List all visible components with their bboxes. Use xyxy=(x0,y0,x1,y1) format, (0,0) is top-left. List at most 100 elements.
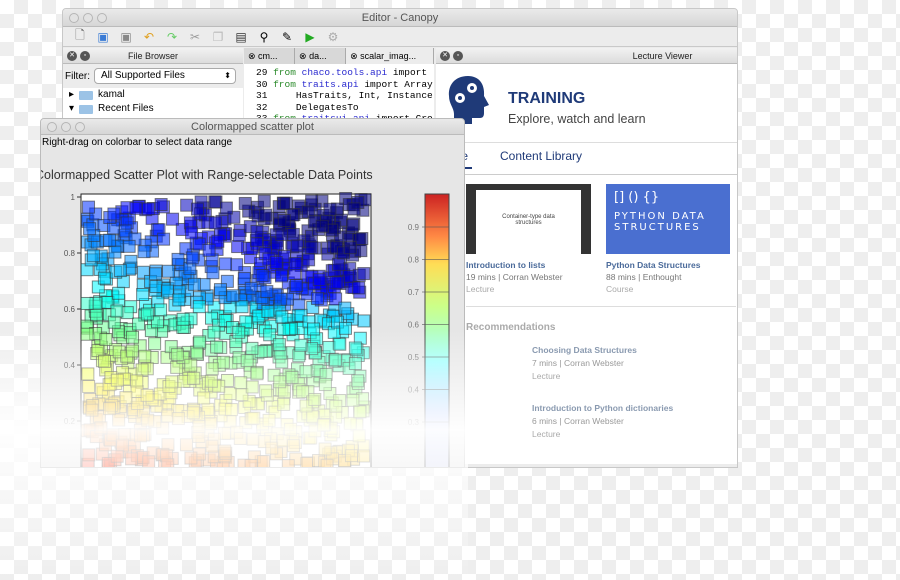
tagline: Explore, watch and learn xyxy=(508,112,646,126)
undock-icon[interactable]: ▫ xyxy=(453,51,463,61)
recommendation-title: Introduction to Python dictionaries xyxy=(532,403,674,413)
scatter-point xyxy=(83,222,97,236)
scatter-point xyxy=(154,198,168,212)
close-button[interactable] xyxy=(69,13,79,23)
disclosure-icon[interactable]: ▾ xyxy=(69,102,74,116)
scatter-point xyxy=(238,196,252,210)
scatter-point xyxy=(219,257,233,271)
new-file-icon[interactable]: 🗋 xyxy=(73,26,87,47)
scatter-point xyxy=(86,249,100,263)
minimize-button[interactable] xyxy=(83,13,93,23)
file-browser-header: ✕ ▫ File Browser xyxy=(63,48,243,64)
panel-title: Lecture Viewer xyxy=(632,51,693,61)
find-icon[interactable]: ⚲ xyxy=(257,30,271,44)
card[interactable]: Container-type data structures Introduct… xyxy=(466,184,591,294)
scatter-point xyxy=(171,252,185,266)
colorbar-tick-label: 0.7 xyxy=(408,288,420,297)
cut-icon[interactable]: ✂ xyxy=(188,30,202,44)
code-line: 31 HasTraits, Int, Instance xyxy=(256,90,433,101)
scatter-point xyxy=(108,245,122,259)
zoom-button[interactable] xyxy=(97,13,107,23)
scatter-point xyxy=(110,304,124,318)
tab-label: da... xyxy=(309,51,327,61)
filter-select[interactable]: All Supported Files xyxy=(94,68,236,84)
run-icon[interactable]: ▶ xyxy=(303,30,317,44)
scatter-point xyxy=(274,292,288,306)
scatter-point xyxy=(162,264,176,278)
close-icon[interactable]: ✕ xyxy=(440,51,450,61)
scatter-point xyxy=(161,284,175,298)
tab[interactable]: ⊗ da... xyxy=(295,48,347,64)
find-replace-icon[interactable]: ✎ xyxy=(280,30,294,44)
save-all-icon[interactable]: ▣ xyxy=(119,30,133,44)
redo-icon[interactable]: ↷ xyxy=(165,30,179,44)
recommendations-heading: Recommendations xyxy=(466,322,556,333)
recommendation-meta: 7 mins | Corran Webster xyxy=(532,358,624,368)
minimize-button[interactable] xyxy=(61,122,71,132)
scatter-point xyxy=(113,264,127,278)
scatter-point xyxy=(122,239,136,253)
tab[interactable]: ⊗ cm... xyxy=(244,48,296,64)
scatter-point xyxy=(260,285,274,299)
undo-icon[interactable]: ↶ xyxy=(142,30,156,44)
recommendation-type: Lecture xyxy=(532,429,561,439)
scatter-point xyxy=(305,241,319,255)
close-button[interactable] xyxy=(47,122,57,132)
code-line: 32 DelegatesTo xyxy=(256,101,359,113)
scatter-point xyxy=(172,293,186,307)
scatter-point xyxy=(310,291,324,305)
scatter-point xyxy=(140,307,154,321)
scatter-point xyxy=(219,201,233,215)
card-thumbnail: [] () {} Python Data Structures xyxy=(606,184,730,254)
filter-label: Filter: xyxy=(65,70,90,82)
card[interactable]: [] () {} Python Data Structures Python Da… xyxy=(606,184,730,294)
tab-label: scalar_imag... xyxy=(360,51,417,61)
scatter-point xyxy=(343,241,357,255)
colorbar-tick-label: 0.6 xyxy=(408,321,420,330)
tree-item[interactable]: ▾ Recent Files xyxy=(63,102,243,116)
colorbar-tick-label: 0.8 xyxy=(408,256,420,265)
folder-icon xyxy=(79,104,94,114)
copy-icon[interactable]: ❐ xyxy=(211,30,225,44)
card-thumbnail: Container-type data structures xyxy=(466,184,591,254)
hint-text: Right-drag on colorbar to select data ra… xyxy=(42,137,233,148)
lecture-viewer-header: ✕ ▫ Lecture Viewer xyxy=(436,48,737,64)
code-line: 30 from traits.api import Array xyxy=(256,78,433,90)
scatter-point xyxy=(332,257,346,271)
item-label: Recent Files xyxy=(98,103,154,114)
save-icon[interactable]: ▣ xyxy=(96,30,110,44)
scatter-point xyxy=(231,240,245,254)
tab-label: cm... xyxy=(258,51,278,61)
scatter-point xyxy=(202,243,216,257)
card-meta: 88 mins | Enthought xyxy=(606,272,682,282)
scatter-point xyxy=(286,227,300,241)
scatter-point xyxy=(176,312,190,326)
scatter-point xyxy=(208,216,222,230)
item-label: kamal xyxy=(98,89,125,100)
tab-active[interactable]: ⊗ scalar_imag... xyxy=(346,48,434,64)
debug-icon[interactable]: ⚙ xyxy=(326,30,340,44)
scatter-point xyxy=(90,308,104,322)
paste-icon[interactable]: ▤ xyxy=(234,30,248,44)
scatter-point xyxy=(166,212,180,226)
scatter-point xyxy=(213,283,227,297)
close-icon[interactable]: ✕ xyxy=(67,51,77,61)
scatter-point xyxy=(315,219,329,233)
scatter-point xyxy=(191,202,205,216)
scatter-point xyxy=(259,208,273,222)
code-line: 29 from chaco.tools.api import xyxy=(256,67,428,78)
y-tick-label: 0.8 xyxy=(64,249,76,258)
scatter-point xyxy=(255,269,269,283)
scatter-point xyxy=(355,232,369,246)
tree-item[interactable]: ▸ kamal xyxy=(63,88,243,102)
scatter-point xyxy=(206,266,220,280)
disclosure-icon[interactable]: ▸ xyxy=(69,88,74,102)
scatter-point xyxy=(323,202,337,216)
recommendation[interactable]: Choosing Data Structures 7 mins | Corran … xyxy=(532,344,637,383)
nav-content-library[interactable]: Content Library xyxy=(500,149,582,163)
panel-title: File Browser xyxy=(127,51,178,61)
brand-title: TRAINING xyxy=(508,90,586,107)
recommendation[interactable]: Introduction to Python dictionaries 6 min… xyxy=(532,402,673,441)
undock-icon[interactable]: ▫ xyxy=(80,51,90,61)
zoom-button[interactable] xyxy=(75,122,85,132)
